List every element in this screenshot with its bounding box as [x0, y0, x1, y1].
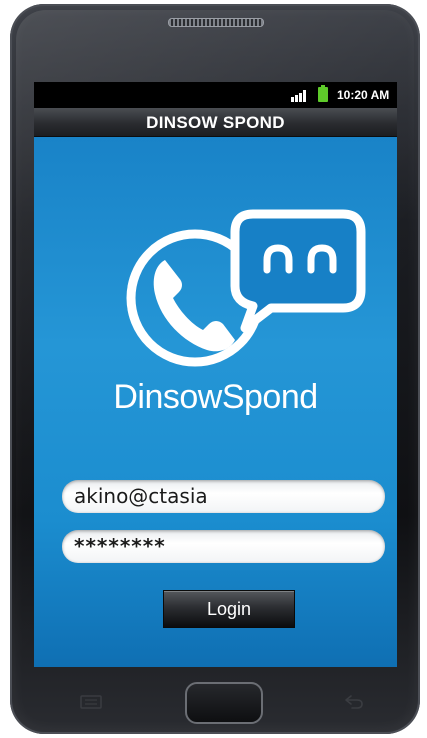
- logo-chat-bubble: [230, 209, 366, 333]
- status-time: 10:20 AM: [337, 88, 390, 102]
- earpiece-speaker: [168, 18, 264, 27]
- password-field[interactable]: ********: [62, 530, 385, 563]
- back-key-icon[interactable]: [343, 694, 365, 710]
- logo-handset: [153, 260, 235, 352]
- phone-frame: 10:20 AM DINSOW SPOND DinsowSpond akino@…: [10, 4, 420, 734]
- menu-key-icon[interactable]: [80, 695, 102, 709]
- phone-chat-logo-icon: [126, 209, 366, 367]
- battery-icon: [318, 85, 328, 102]
- status-bar: 10:20 AM: [34, 82, 397, 108]
- app-title-bar: DINSOW SPOND: [34, 108, 397, 137]
- phone-screen: 10:20 AM DINSOW SPOND DinsowSpond akino@…: [34, 82, 397, 667]
- username-field[interactable]: akino@ctasia: [62, 480, 385, 513]
- app-title: DINSOW SPOND: [146, 113, 285, 132]
- home-key-icon[interactable]: [185, 682, 263, 724]
- login-button[interactable]: Login: [163, 590, 295, 628]
- brand-name: DinsowSpond: [113, 378, 318, 416]
- signal-bars-icon: [291, 90, 309, 102]
